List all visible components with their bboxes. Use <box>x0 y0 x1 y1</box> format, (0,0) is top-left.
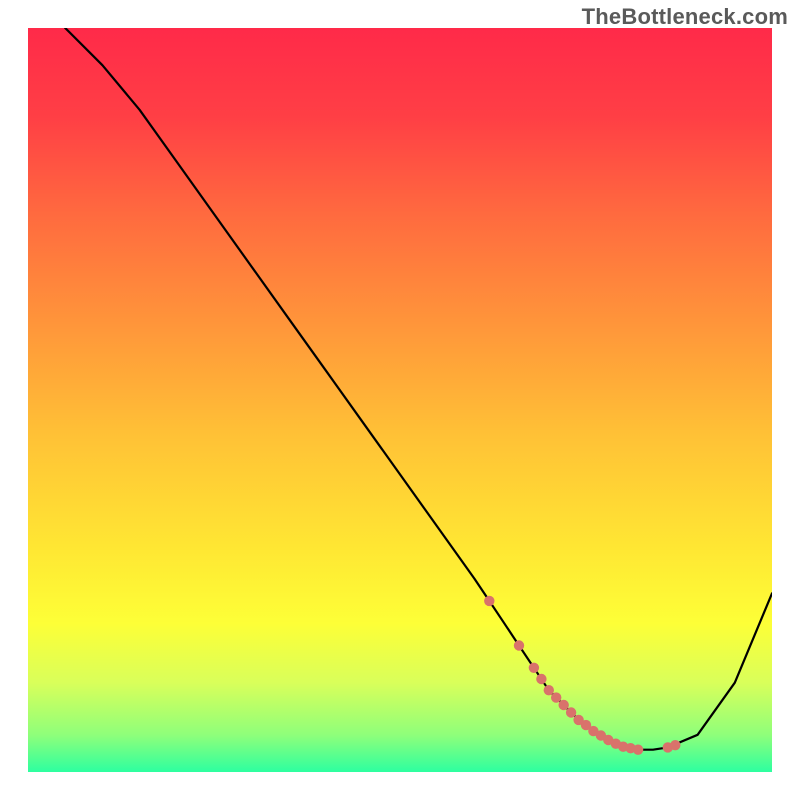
optimal-marker <box>529 663 539 673</box>
chart-container: TheBottleneck.com <box>0 0 800 800</box>
optimal-marker <box>633 745 643 755</box>
gradient-background <box>28 28 772 772</box>
plot-svg <box>28 28 772 772</box>
optimal-marker <box>484 596 494 606</box>
optimal-marker <box>544 685 554 695</box>
optimal-marker <box>536 674 546 684</box>
optimal-marker <box>551 692 561 702</box>
optimal-marker <box>559 700 569 710</box>
optimal-marker <box>670 740 680 750</box>
plot-area <box>28 28 772 772</box>
optimal-marker <box>566 707 576 717</box>
optimal-marker <box>514 640 524 650</box>
watermark-text: TheBottleneck.com <box>582 4 788 30</box>
